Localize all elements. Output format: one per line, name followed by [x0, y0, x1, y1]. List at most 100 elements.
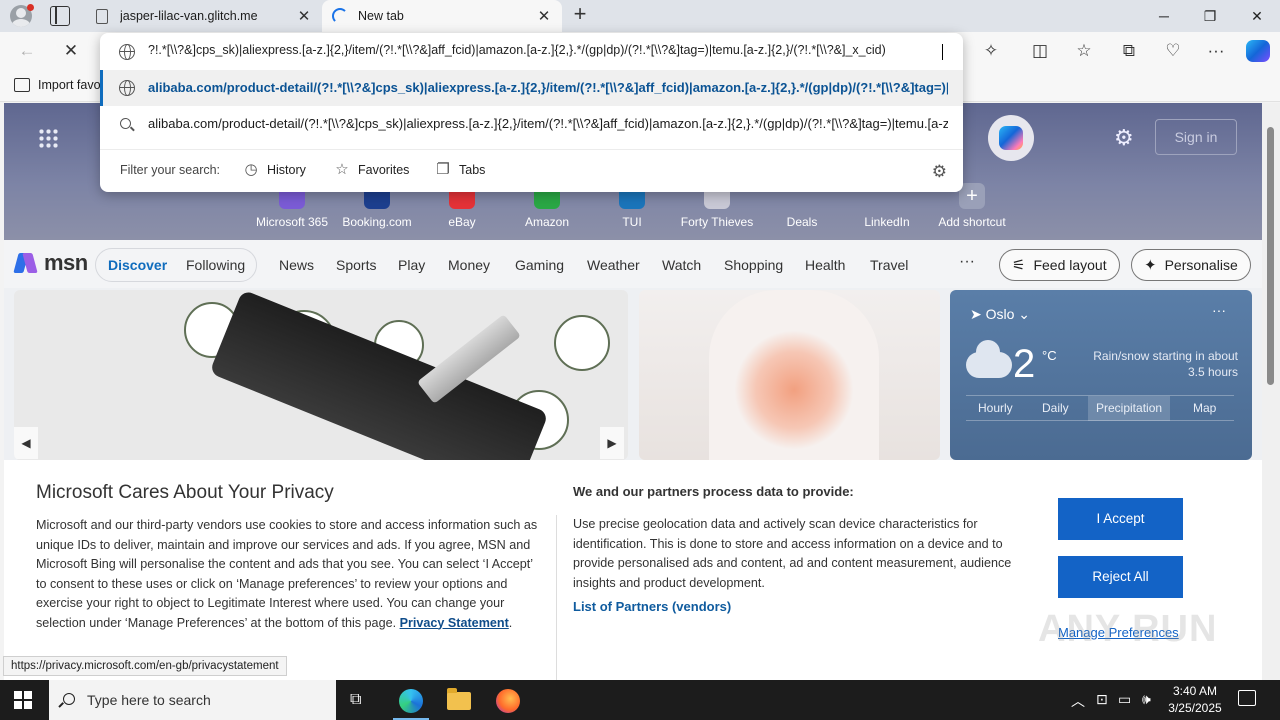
msn-wordmark[interactable]: msn: [44, 250, 88, 276]
favorites-star-icon[interactable]: ☆: [1071, 39, 1097, 63]
nav-watch[interactable]: Watch: [662, 257, 701, 273]
filter-label: Filter your search:: [120, 163, 221, 177]
taskbar-edge[interactable]: [387, 684, 435, 720]
partners-heading: We and our partners process data to prov…: [573, 484, 854, 499]
tray-overflow-chevron-icon[interactable]: ︿: [1071, 691, 1085, 711]
button-label: Feed layout: [1033, 257, 1107, 273]
nav-health[interactable]: Health: [805, 257, 845, 273]
news-card-flash-drive[interactable]: ◀ ▶: [14, 290, 628, 460]
nav-news[interactable]: News: [279, 257, 314, 273]
filter-tabs-chip[interactable]: ❐ Tabs: [435, 162, 485, 178]
settings-more-icon[interactable]: ···: [1203, 39, 1229, 63]
nav-shopping[interactable]: Shopping: [724, 257, 783, 273]
system-clock[interactable]: 3:40 AM 3/25/2025: [1160, 683, 1230, 717]
msn-logo-icon[interactable]: [16, 249, 42, 275]
anyrun-watermark: ANY RUN: [1038, 608, 1218, 650]
flash-drive-image: [209, 290, 549, 460]
tab-glitch[interactable]: jasper-lilac-van.glitch.me ✕: [84, 0, 322, 32]
taskbar-firefox[interactable]: [484, 684, 532, 720]
maximize-button[interactable]: ❐: [1187, 0, 1233, 32]
minimize-button[interactable]: ─: [1141, 0, 1187, 32]
text-caret: [942, 44, 943, 60]
shortcut-label: eBay: [448, 215, 476, 229]
privacy-body-text: Microsoft and our third-party vendors us…: [36, 518, 538, 630]
accept-button[interactable]: I Accept: [1058, 498, 1183, 540]
copilot-button-icon[interactable]: [988, 115, 1034, 161]
taskbar-search-box[interactable]: Type here to search: [49, 680, 336, 720]
shortcut-label: Booking.com: [342, 215, 412, 229]
nav-play[interactable]: Play: [398, 257, 425, 273]
close-tab-icon[interactable]: ✕: [296, 7, 312, 25]
notifications-icon[interactable]: [1238, 690, 1256, 706]
nav-discover[interactable]: Discover: [108, 257, 167, 273]
collections-icon[interactable]: ⧉: [1116, 39, 1142, 63]
history-clock-icon: ◷: [244, 161, 258, 178]
temperature-unit: °C: [1042, 348, 1057, 363]
button-label: Personalise: [1164, 257, 1238, 273]
address-bar-dropdown: ?!.*[\\?&]cps_sk)|aliexpress.[a-z.]{2,}/…: [100, 33, 963, 192]
page-settings-gear-icon[interactable]: ⚙: [1114, 125, 1134, 151]
nav-weather[interactable]: Weather: [587, 257, 640, 273]
tab-actions-icon[interactable]: [50, 6, 70, 26]
import-favorites-link[interactable]: Import favo: [38, 78, 101, 92]
weather-tab-hourly[interactable]: Hourly: [978, 401, 1013, 415]
split-screen-icon[interactable]: ◫: [1027, 39, 1053, 63]
carousel-next-icon[interactable]: ▶: [600, 427, 624, 459]
volume-icon[interactable]: 🕪: [1142, 691, 1151, 708]
task-view-icon[interactable]: ⧉: [350, 691, 370, 709]
weather-card[interactable]: ➤ Oslo ⌄ ··· 2 °C Rain/snow starting in …: [950, 290, 1252, 460]
chip-label: Favorites: [358, 163, 410, 177]
network-icon[interactable]: ▭: [1118, 691, 1131, 708]
chip-label: Tabs: [459, 163, 486, 177]
nav-travel[interactable]: Travel: [870, 257, 908, 273]
address-bar-input[interactable]: ?!.*[\\?&]cps_sk)|aliexpress.[a-z.]{2,}/…: [100, 33, 963, 71]
scrollbar-thumb[interactable]: [1267, 127, 1274, 385]
url-suggestion[interactable]: alibaba.com/product-detail/(?!.*[\\?&]cp…: [100, 70, 963, 106]
list-of-partners-link[interactable]: List of Partners (vendors): [573, 599, 731, 614]
nav-gaming[interactable]: Gaming: [515, 257, 564, 273]
tab-new-tab[interactable]: New tab ✕: [322, 0, 562, 32]
personalise-button[interactable]: ✦ Personalise: [1131, 249, 1251, 281]
import-favorites-icon[interactable]: [14, 78, 30, 92]
reject-all-button[interactable]: Reject All: [1058, 556, 1183, 598]
close-window-button[interactable]: ✕: [1234, 0, 1280, 32]
stop-loading-icon[interactable]: ✕: [58, 39, 84, 63]
nav-following[interactable]: Following: [186, 257, 245, 273]
extensions-puzzle-icon[interactable]: ✧: [978, 39, 1004, 63]
new-tab-plus-icon[interactable]: +: [568, 3, 592, 27]
shortcut-label: Forty Thieves: [680, 215, 754, 229]
tray-device-icon[interactable]: ⊡: [1096, 691, 1108, 708]
weather-tab-map[interactable]: Map: [1193, 401, 1216, 415]
filter-history-chip[interactable]: ◷ History: [243, 161, 306, 178]
sign-in-button[interactable]: Sign in: [1155, 119, 1237, 155]
browser-essentials-heart-icon[interactable]: ♡: [1160, 39, 1186, 63]
copilot-icon[interactable]: [1246, 40, 1270, 62]
windows-start-icon[interactable]: [14, 691, 32, 709]
globe-icon: [119, 44, 135, 60]
clock-time: 3:40 AM: [1172, 684, 1218, 698]
weather-more-icon[interactable]: ···: [1212, 302, 1226, 318]
address-bar-value[interactable]: ?!.*[\\?&]cps_sk)|aliexpress.[a-z.]{2,}/…: [148, 43, 944, 57]
weather-tab-precipitation[interactable]: Precipitation: [1088, 396, 1171, 421]
temperature-value: 2: [1013, 342, 1036, 386]
back-arrow-icon[interactable]: ←: [14, 39, 40, 63]
more-nav-icon[interactable]: ···: [959, 253, 975, 271]
privacy-statement-link[interactable]: Privacy Statement: [400, 616, 509, 630]
close-tab-icon[interactable]: ✕: [536, 7, 552, 25]
search-suggestion[interactable]: alibaba.com/product-detail/(?!.*[\\?&]cp…: [100, 106, 963, 142]
nav-sports[interactable]: Sports: [336, 257, 376, 273]
chip-label: History: [267, 163, 306, 177]
privacy-consent-banner: Microsoft Cares About Your Privacy Micro…: [4, 460, 1262, 680]
feed-layout-button[interactable]: ⚟ Feed layout: [999, 249, 1120, 281]
app-launcher-icon[interactable]: [38, 128, 58, 148]
weather-location[interactable]: ➤ Oslo ⌄: [970, 306, 1030, 323]
taskbar-file-explorer[interactable]: [435, 684, 483, 720]
carousel-prev-icon[interactable]: ◀: [14, 427, 38, 459]
filter-favorites-chip[interactable]: ☆ Favorites: [334, 162, 409, 178]
nav-money[interactable]: Money: [448, 257, 490, 273]
globe-icon: [119, 80, 135, 96]
weather-tab-daily[interactable]: Daily: [1042, 401, 1069, 415]
page-scrollbar[interactable]: [1262, 103, 1280, 680]
omnibox-settings-gear-icon[interactable]: ⚙: [932, 162, 947, 182]
news-card-health[interactable]: [639, 290, 940, 460]
